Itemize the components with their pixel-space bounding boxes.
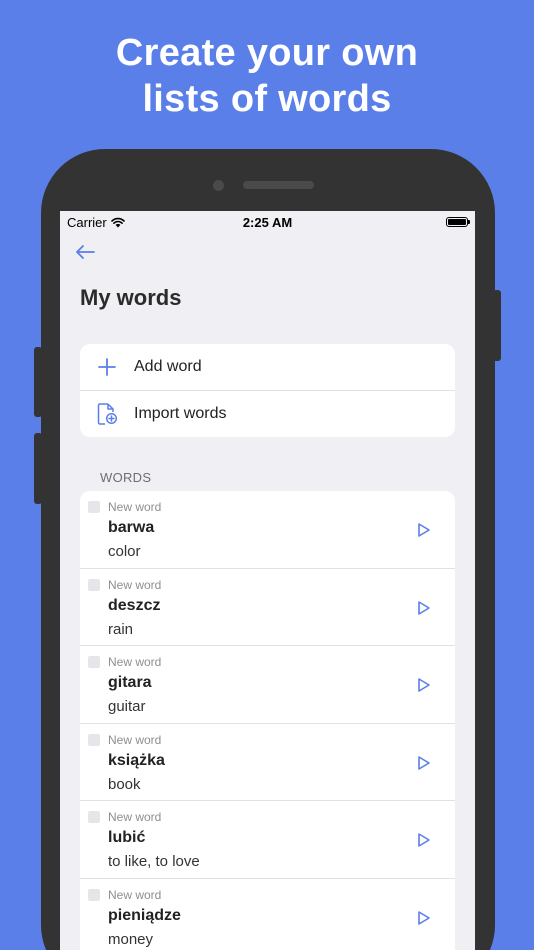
page-title: My words xyxy=(80,285,182,310)
word-row-lubic[interactable]: New word lubić to like, to love xyxy=(80,801,455,879)
word-term: lubić xyxy=(108,829,146,847)
word-translation: book xyxy=(108,775,141,793)
plus-icon xyxy=(80,358,134,376)
play-icon[interactable] xyxy=(414,909,432,927)
word-term: pieniądze xyxy=(108,906,181,924)
promo-headline-line-2: lists of words xyxy=(142,78,392,120)
status-time: 2:25 AM xyxy=(242,215,293,230)
add-word-button[interactable]: Add word xyxy=(80,344,455,390)
words-section-header: WORDS xyxy=(100,470,152,485)
promo-headline-line-1: Create your own xyxy=(115,32,419,74)
word-translation: guitar xyxy=(108,698,146,716)
word-term: barwa xyxy=(108,519,155,536)
words-list: New word barwa color New word deszcz rai… xyxy=(80,491,455,950)
word-row-barwa[interactable]: New word barwa color xyxy=(80,491,455,569)
word-status: New word xyxy=(108,810,162,825)
import-words-button[interactable]: Import words xyxy=(80,390,455,436)
actions-card: Add word Import words xyxy=(80,344,455,437)
word-row-ksiazka[interactable]: New word książka book xyxy=(80,724,455,802)
import-words-label: Import words xyxy=(134,404,227,422)
play-icon[interactable] xyxy=(414,676,432,694)
word-status: New word xyxy=(108,655,162,670)
word-translation: money xyxy=(108,930,154,948)
word-status: New word xyxy=(108,732,162,747)
word-checkbox[interactable] xyxy=(88,578,100,591)
word-checkbox[interactable] xyxy=(88,656,100,669)
word-checkbox[interactable] xyxy=(88,888,100,901)
word-checkbox[interactable] xyxy=(88,733,100,746)
word-row-pieniadze[interactable]: New word pieniądze money xyxy=(80,879,455,950)
app-screen: Carrier 2:25 AM My words Add word Import… xyxy=(60,211,475,950)
word-term: książka xyxy=(108,751,165,769)
play-icon[interactable] xyxy=(414,599,432,617)
word-checkbox[interactable] xyxy=(88,811,100,824)
word-term: deszcz xyxy=(108,596,161,614)
word-term: gitara xyxy=(108,674,152,692)
word-translation: rain xyxy=(108,620,134,638)
play-icon[interactable] xyxy=(414,831,432,849)
play-icon[interactable] xyxy=(414,521,432,539)
add-word-label: Add word xyxy=(134,358,202,375)
word-row-deszcz[interactable]: New word deszcz rain xyxy=(80,569,455,647)
play-icon[interactable] xyxy=(414,754,432,772)
word-checkbox[interactable] xyxy=(88,501,100,513)
word-status: New word xyxy=(108,887,162,902)
back-arrow-icon[interactable] xyxy=(74,243,96,261)
word-translation: color xyxy=(108,543,141,560)
word-row-gitara[interactable]: New word gitara guitar xyxy=(80,646,455,724)
word-status: New word xyxy=(108,500,162,514)
promo-headline: Create your own lists of words xyxy=(0,30,534,122)
phone-speaker xyxy=(243,181,314,189)
phone-camera xyxy=(213,180,224,191)
word-status: New word xyxy=(108,577,162,592)
import-file-icon xyxy=(80,402,134,425)
status-bar: Carrier 2:25 AM xyxy=(60,211,475,233)
battery-icon xyxy=(446,217,470,227)
word-translation: to like, to love xyxy=(108,853,200,871)
